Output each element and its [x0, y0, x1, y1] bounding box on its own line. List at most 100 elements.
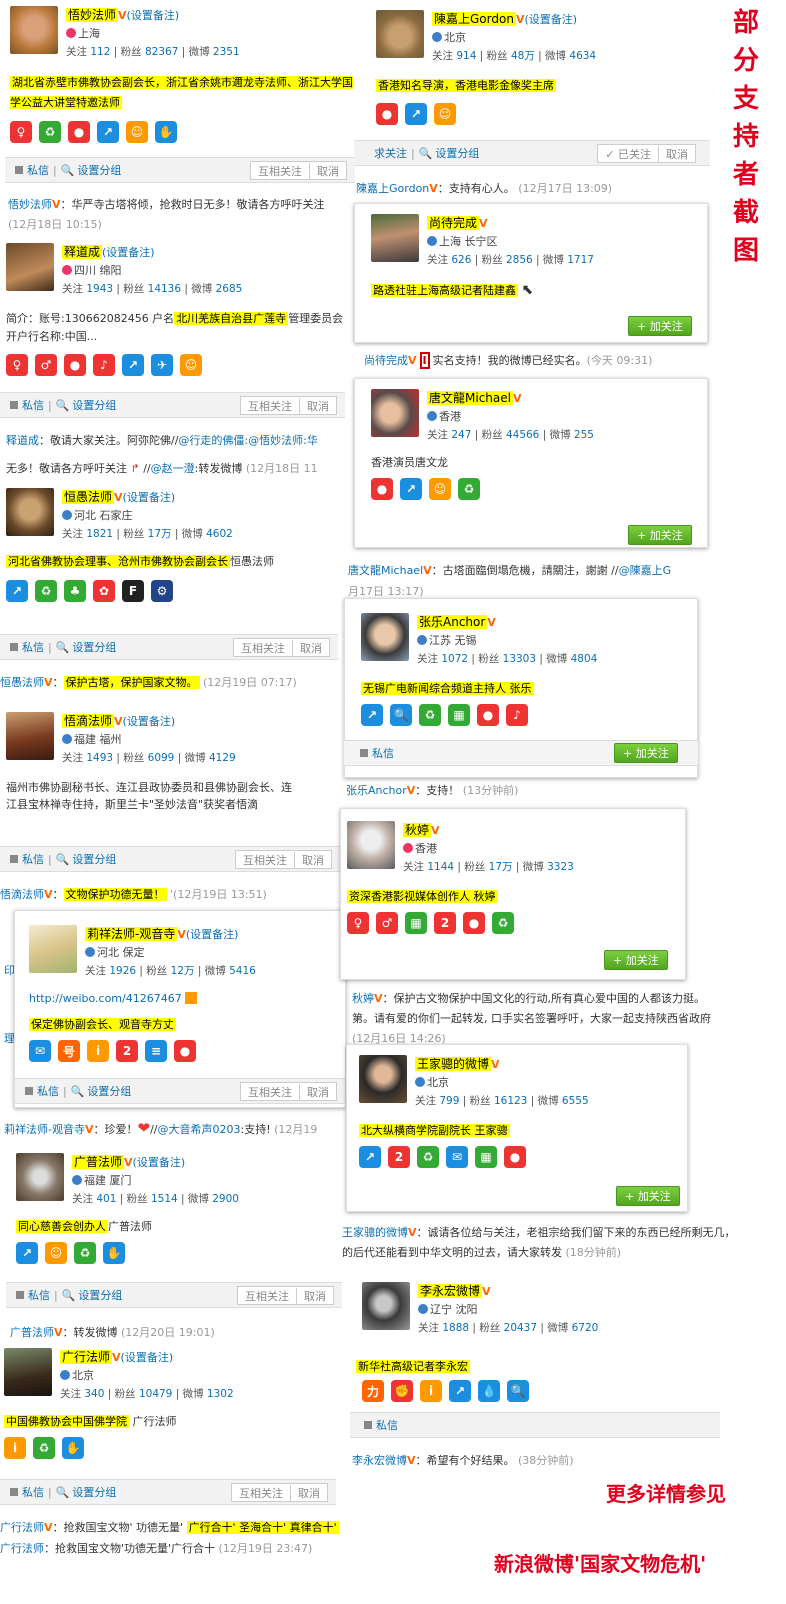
- badge-icon[interactable]: ♻: [74, 1242, 96, 1264]
- set-note-link[interactable]: (设置备注): [186, 928, 239, 941]
- mutual-follow-button[interactable]: 互相关注: [241, 1084, 299, 1100]
- badge-icon[interactable]: ↗: [449, 1380, 471, 1402]
- badge-icon[interactable]: ☺: [126, 121, 148, 143]
- badge-icon[interactable]: ●: [64, 354, 86, 376]
- badge-icon[interactable]: i: [4, 1437, 26, 1459]
- badge-icon[interactable]: ♀: [10, 121, 32, 143]
- badge-icon[interactable]: ♀: [6, 354, 28, 376]
- user-name[interactable]: 释道成: [62, 245, 103, 259]
- set-note-link[interactable]: (设置备注): [133, 1156, 186, 1169]
- private-message-link[interactable]: 私信: [28, 1287, 50, 1303]
- avatar[interactable]: [376, 10, 424, 58]
- private-message-link[interactable]: 私信: [372, 745, 394, 761]
- unfollow-button[interactable]: 取消: [290, 1484, 327, 1501]
- badge-icon[interactable]: ♂: [376, 912, 398, 934]
- badge-icon[interactable]: ♻: [492, 912, 514, 934]
- private-message-link[interactable]: 私信: [22, 639, 44, 655]
- follow-button[interactable]: + 加关注: [604, 950, 668, 970]
- badge-icon[interactable]: ●: [504, 1146, 526, 1168]
- set-group-link[interactable]: 设置分组: [435, 145, 479, 161]
- set-note-link[interactable]: (设置备注): [123, 491, 176, 504]
- mutual-follow-button[interactable]: 互相关注: [251, 163, 309, 179]
- private-message-link[interactable]: 私信: [37, 1083, 59, 1099]
- badge-icon[interactable]: ✿: [93, 580, 115, 602]
- avatar[interactable]: [10, 6, 58, 54]
- badge-icon[interactable]: ♻: [33, 1437, 55, 1459]
- user-name[interactable]: 莉祥法师-观音寺: [85, 927, 178, 941]
- badge-icon[interactable]: 号: [58, 1040, 80, 1062]
- follow-button[interactable]: + 加关注: [616, 1186, 680, 1206]
- set-note-link[interactable]: (设置备注): [524, 13, 577, 26]
- badge-icon[interactable]: ☺: [45, 1242, 67, 1264]
- badge-icon[interactable]: ♻: [419, 704, 441, 726]
- badge-icon[interactable]: ☺: [180, 354, 202, 376]
- badge-icon[interactable]: ☺: [434, 103, 456, 125]
- private-message-link[interactable]: 私信: [376, 1417, 398, 1433]
- badge-icon[interactable]: ●: [376, 103, 398, 125]
- unfollow-button[interactable]: 取消: [299, 1083, 336, 1100]
- user-name[interactable]: 尚待完成: [427, 216, 480, 230]
- user-name[interactable]: 唐文龍Michael: [427, 391, 513, 405]
- badge-icon[interactable]: ⚙: [151, 580, 173, 602]
- profile-url-link[interactable]: http://weibo.com/41267467: [29, 992, 182, 1005]
- mutual-follow-button[interactable]: 互相关注: [241, 398, 299, 414]
- set-group-link[interactable]: 设置分组: [72, 639, 116, 655]
- user-name[interactable]: 李永宏微博: [418, 1284, 483, 1298]
- user-name[interactable]: 陳嘉上Gordon: [432, 12, 516, 26]
- set-group-link[interactable]: 设置分组: [72, 851, 116, 867]
- badge-icon[interactable]: ✈: [151, 354, 173, 376]
- avatar[interactable]: [6, 243, 54, 291]
- avatar[interactable]: [362, 1282, 410, 1330]
- unfollow-button[interactable]: 取消: [294, 851, 331, 868]
- follow-button[interactable]: + 加关注: [628, 316, 692, 336]
- badge-icon[interactable]: ↗: [361, 704, 383, 726]
- mutual-follow-button[interactable]: 互相关注: [232, 1485, 290, 1501]
- badge-icon[interactable]: 2: [116, 1040, 138, 1062]
- avatar[interactable]: [371, 214, 419, 262]
- set-note-link[interactable]: (设置备注): [127, 9, 180, 22]
- user-name[interactable]: 悟妙法师: [66, 8, 119, 22]
- badge-icon[interactable]: 🔍: [507, 1380, 529, 1402]
- follow-button[interactable]: + 加关注: [628, 525, 692, 545]
- badge-icon[interactable]: ✉: [446, 1146, 468, 1168]
- user-name[interactable]: 王家骢的微博: [415, 1057, 492, 1071]
- badge-icon[interactable]: ↗: [122, 354, 144, 376]
- mutual-follow-button[interactable]: 互相关注: [234, 640, 292, 656]
- badge-icon[interactable]: 2: [388, 1146, 410, 1168]
- badge-icon[interactable]: ↗: [359, 1146, 381, 1168]
- badge-icon[interactable]: ↗: [6, 580, 28, 602]
- set-group-link[interactable]: 设置分组: [72, 397, 116, 413]
- badge-icon[interactable]: ✊: [391, 1380, 413, 1402]
- user-name[interactable]: 广行法师: [60, 1350, 113, 1364]
- set-group-link[interactable]: 设置分组: [78, 1287, 122, 1303]
- badge-icon[interactable]: ♀: [347, 912, 369, 934]
- badge-icon[interactable]: ↗: [405, 103, 427, 125]
- unfollow-button[interactable]: 取消: [292, 639, 329, 656]
- badge-icon[interactable]: ≡: [145, 1040, 167, 1062]
- badge-icon[interactable]: ♂: [35, 354, 57, 376]
- set-note-link[interactable]: (设置备注): [123, 715, 176, 728]
- private-message-link[interactable]: 私信: [22, 397, 44, 413]
- badge-icon[interactable]: 力: [362, 1380, 384, 1402]
- badge-icon[interactable]: ↗: [400, 478, 422, 500]
- badge-icon[interactable]: ♻: [458, 478, 480, 500]
- avatar[interactable]: [6, 488, 54, 536]
- set-group-link[interactable]: 设置分组: [87, 1083, 131, 1099]
- private-message-link[interactable]: 私信: [27, 162, 49, 178]
- badge-icon[interactable]: i: [87, 1040, 109, 1062]
- avatar[interactable]: [371, 389, 419, 437]
- badge-icon[interactable]: ♪: [93, 354, 115, 376]
- badge-icon[interactable]: ♻: [35, 580, 57, 602]
- set-note-link[interactable]: (设置备注): [121, 1351, 174, 1364]
- badge-icon[interactable]: ✋: [62, 1437, 84, 1459]
- user-name[interactable]: 恒愚法师: [62, 490, 115, 504]
- set-group-link[interactable]: 设置分组: [77, 162, 121, 178]
- avatar[interactable]: [4, 1348, 52, 1396]
- user-name[interactable]: 悟滴法师: [62, 714, 115, 728]
- badge-icon[interactable]: ●: [174, 1040, 196, 1062]
- mutual-follow-button[interactable]: 互相关注: [236, 852, 294, 868]
- badge-icon[interactable]: ●: [477, 704, 499, 726]
- unfollow-button[interactable]: 取消: [658, 145, 695, 162]
- avatar[interactable]: [6, 712, 54, 760]
- badge-icon[interactable]: ☺: [429, 478, 451, 500]
